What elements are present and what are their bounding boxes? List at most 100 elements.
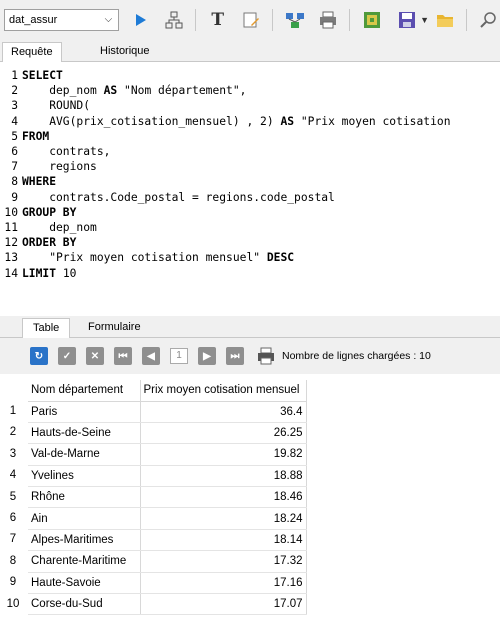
- refresh-icon[interactable]: ↻: [30, 347, 48, 365]
- sql-editor[interactable]: 1 SELECT 2 dep_nom AS "Nom département", 3 …: [0, 62, 500, 312]
- chevron-down-icon[interactable]: ⌵: [105, 14, 113, 25]
- query-builder-icon[interactable]: [283, 8, 306, 32]
- code-line[interactable]: 11 dep_nom: [0, 220, 97, 235]
- page-number-field[interactable]: 1: [170, 348, 188, 364]
- first-page-icon[interactable]: ⏮: [114, 347, 132, 365]
- previous-page-icon[interactable]: ◀: [142, 347, 160, 365]
- row-number[interactable]: 9: [0, 572, 26, 593]
- sql-keyword: DESC: [266, 251, 295, 265]
- table-row[interactable]: Hauts-de-Seine 26.25: [28, 422, 307, 445]
- tab-request[interactable]: Requête: [2, 42, 62, 63]
- sql-text: 10: [56, 266, 77, 280]
- sql-text: regions: [22, 160, 97, 174]
- code-line[interactable]: 13 "Prix moyen cotisation mensuel" DESC: [0, 250, 294, 265]
- table-row[interactable]: Val-de-Marne 19.82: [28, 443, 307, 466]
- column-header-department[interactable]: Nom département: [28, 380, 141, 402]
- row-number[interactable]: 3: [0, 444, 26, 465]
- sql-keyword: WHERE: [22, 175, 57, 189]
- chevron-down-icon[interactable]: ▼: [420, 15, 429, 25]
- cell-department[interactable]: Charente-Maritime: [28, 550, 141, 573]
- cell-average-price[interactable]: 17.16: [140, 572, 307, 595]
- schema-icon[interactable]: [162, 8, 185, 32]
- row-number[interactable]: 5: [0, 487, 26, 508]
- table-row[interactable]: Ain 18.24: [28, 507, 307, 530]
- result-toolbar: ↻ ✓ ✕ ⏮ ◀ 1 ▶ ⏭ Nombre de lignes chargée…: [0, 338, 500, 374]
- code-line[interactable]: 10 GROUP BY: [0, 205, 76, 220]
- table-row[interactable]: Yvelines 18.88: [28, 465, 307, 488]
- table-row[interactable]: Charente-Maritime 17.32: [28, 550, 307, 573]
- row-number[interactable]: 2: [0, 422, 26, 443]
- tab-history[interactable]: Historique: [92, 42, 158, 62]
- print-icon[interactable]: [316, 8, 339, 32]
- cell-average-price[interactable]: 18.88: [140, 465, 307, 488]
- export-icon[interactable]: [360, 8, 383, 32]
- cell-department[interactable]: Alpes-Maritimes: [28, 529, 141, 552]
- sql-text: dep_nom: [22, 84, 104, 98]
- open-folder-icon[interactable]: [433, 8, 456, 32]
- table-row[interactable]: Rhône 18.46: [28, 486, 307, 509]
- code-line[interactable]: 12 ORDER BY: [0, 235, 76, 250]
- line-number: 14: [4, 266, 18, 280]
- next-page-icon[interactable]: ▶: [198, 347, 216, 365]
- column-header-average-price[interactable]: Prix moyen cotisation mensuel: [140, 380, 307, 402]
- code-line[interactable]: 3 ROUND(: [0, 98, 90, 113]
- check-icon[interactable]: ✓: [58, 347, 76, 365]
- cell-department[interactable]: Hauts-de-Seine: [28, 422, 141, 445]
- cell-department[interactable]: Rhône: [28, 486, 141, 509]
- row-number[interactable]: 10: [0, 594, 26, 615]
- cell-average-price[interactable]: 26.25: [140, 422, 307, 445]
- row-number[interactable]: 7: [0, 529, 26, 550]
- tab-table[interactable]: Table: [22, 318, 71, 339]
- table-header-row: Nom département Prix moyen cotisation me…: [28, 380, 307, 402]
- row-count-label: Nombre de lignes chargées : 10: [282, 350, 431, 362]
- save-icon[interactable]: [395, 8, 418, 32]
- line-number: 13: [4, 251, 18, 265]
- cell-average-price[interactable]: 18.24: [140, 507, 307, 530]
- code-line[interactable]: 9 contrats.Code_postal = regions.code_po…: [0, 190, 335, 205]
- code-line[interactable]: 5 FROM: [0, 129, 49, 144]
- last-page-icon[interactable]: ⏭: [226, 347, 244, 365]
- cancel-icon[interactable]: ✕: [86, 347, 104, 365]
- line-number: 4: [11, 114, 18, 128]
- table-row[interactable]: Haute-Savoie 17.16: [28, 572, 307, 595]
- table-row[interactable]: Corse-du-Sud 17.07: [28, 593, 307, 616]
- code-line[interactable]: 8 WHERE: [0, 174, 56, 189]
- table-row[interactable]: Alpes-Maritimes 18.14: [28, 529, 307, 552]
- row-number[interactable]: 1: [0, 401, 26, 422]
- row-number[interactable]: 8: [0, 551, 26, 572]
- cell-department[interactable]: Haute-Savoie: [28, 572, 141, 595]
- line-number: 9: [11, 190, 18, 204]
- cell-department[interactable]: Yvelines: [28, 465, 141, 488]
- table-row[interactable]: Paris 36.4: [28, 401, 307, 423]
- tab-form[interactable]: Formulaire: [78, 318, 151, 338]
- search-icon[interactable]: [477, 8, 500, 32]
- cell-average-price[interactable]: 18.46: [140, 486, 307, 509]
- cell-average-price[interactable]: 17.07: [140, 593, 307, 616]
- text-icon[interactable]: T: [206, 8, 229, 32]
- code-line[interactable]: 7 regions: [0, 159, 97, 174]
- database-select[interactable]: dat_assur ⌵: [4, 9, 120, 31]
- sql-text: contrats.Code_postal = regions.code_post…: [22, 190, 335, 204]
- cell-department[interactable]: Paris: [28, 401, 141, 423]
- code-line[interactable]: 2 dep_nom AS "Nom département",: [0, 83, 246, 98]
- cell-average-price[interactable]: 17.32: [140, 550, 307, 573]
- print-icon[interactable]: [254, 344, 278, 368]
- cell-department[interactable]: Val-de-Marne: [28, 443, 141, 466]
- clear-icon[interactable]: [239, 8, 262, 32]
- code-line[interactable]: 1 SELECT: [0, 68, 63, 83]
- cell-department[interactable]: Ain: [28, 507, 141, 530]
- line-number: 12: [4, 236, 18, 250]
- toolbar-divider: [272, 9, 274, 31]
- sql-text: dep_nom: [22, 221, 97, 234]
- code-line[interactable]: 6 contrats,: [0, 144, 110, 159]
- row-number[interactable]: 4: [0, 465, 26, 486]
- play-icon[interactable]: [129, 8, 152, 32]
- row-number[interactable]: 6: [0, 508, 26, 529]
- cell-average-price[interactable]: 19.82: [140, 443, 307, 466]
- cell-average-price[interactable]: 18.14: [140, 529, 307, 552]
- cell-department[interactable]: Corse-du-Sud: [28, 593, 141, 616]
- code-line[interactable]: 14 LIMIT 10: [0, 266, 76, 281]
- code-line[interactable]: 4 AVG(prix_cotisation_mensuel) , 2) AS "…: [0, 114, 450, 129]
- sql-text: contrats,: [22, 145, 111, 158]
- cell-average-price[interactable]: 36.4: [140, 401, 307, 423]
